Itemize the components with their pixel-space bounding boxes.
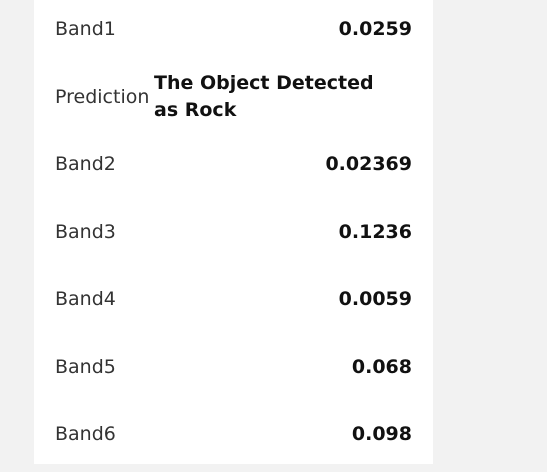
band5-value: 0.068 (351, 356, 412, 378)
band6-value: 0.098 (351, 423, 412, 445)
band4-row: Band4 0.0059 (34, 287, 433, 313)
band3-row: Band3 0.1236 (34, 220, 433, 246)
band2-label: Band2 (55, 153, 116, 175)
band4-label: Band4 (55, 288, 116, 310)
band1-label: Band1 (55, 18, 116, 40)
band6-label: Band6 (55, 423, 116, 445)
band1-value: 0.0259 (338, 18, 412, 40)
band3-label: Band3 (55, 221, 116, 243)
prediction-row: Prediction The Object Detected as Rock (34, 70, 433, 126)
prediction-label: Prediction (55, 86, 150, 108)
band1-row: Band1 0.0259 (34, 17, 433, 43)
prediction-value: The Object Detected as Rock (154, 72, 374, 121)
band3-value: 0.1236 (338, 221, 412, 243)
band2-row: Band2 0.02369 (34, 152, 433, 178)
band5-label: Band5 (55, 356, 116, 378)
band6-row: Band6 0.098 (34, 422, 433, 448)
band4-value: 0.0059 (338, 288, 412, 310)
band5-row: Band5 0.068 (34, 355, 433, 381)
band2-value: 0.02369 (325, 153, 412, 175)
results-panel: Band1 0.0259 Prediction The Object Detec… (34, 0, 433, 464)
